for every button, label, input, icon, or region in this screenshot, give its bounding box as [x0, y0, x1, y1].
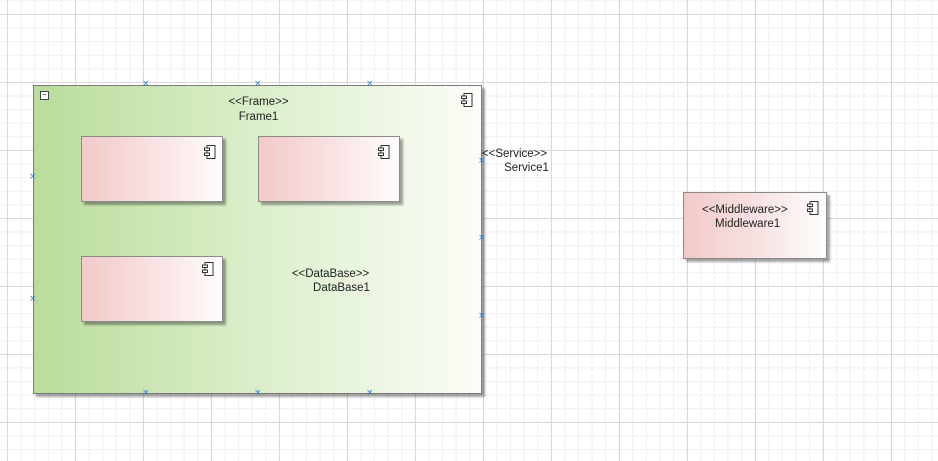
- database-name: DataBase1: [313, 282, 370, 294]
- diagram-canvas[interactable]: − <<Frame>> Frame1 <<Platform>> Platform…: [0, 0, 938, 461]
- resize-handle-top-left[interactable]: ×: [142, 80, 150, 89]
- platform-element[interactable]: <<Platform>> Platform1: [81, 136, 368, 202]
- resize-handle-right-lower[interactable]: ×: [478, 312, 486, 321]
- component-icon: [378, 145, 390, 159]
- database-element[interactable]: <<DataBase>> DataBase1: [81, 256, 370, 322]
- middleware-name: Middleware1: [715, 218, 781, 230]
- resize-handle-right-upper[interactable]: ×: [478, 157, 486, 166]
- resize-handle-left-lower[interactable]: ×: [29, 295, 37, 304]
- database-stereotype: <<DataBase>>: [291, 268, 370, 280]
- frame-element[interactable]: − <<Frame>> Frame1 <<Platform>> Platform…: [33, 85, 549, 394]
- middleware-stereotype: <<Middleware>>: [702, 204, 788, 216]
- resize-handle-top-center[interactable]: ×: [254, 80, 262, 89]
- service-name: Service1: [504, 162, 549, 174]
- component-icon: [204, 145, 216, 159]
- service-element[interactable]: <<Service>> Service1: [258, 136, 549, 202]
- resize-handle-bottom-center[interactable]: ×: [254, 389, 262, 398]
- frame-stereotype: <<Frame>>: [228, 96, 289, 108]
- middleware-element[interactable]: <<Middleware>> Middleware1: [683, 192, 827, 259]
- component-icon: [461, 93, 473, 107]
- resize-handle-right-middle[interactable]: ×: [478, 234, 486, 243]
- service-stereotype: <<Service>>: [481, 148, 548, 160]
- component-icon: [202, 262, 214, 276]
- component-icon: [807, 201, 819, 215]
- frame-name: Frame1: [238, 111, 279, 123]
- resize-handle-bottom-left[interactable]: ×: [142, 389, 150, 398]
- resize-handle-bottom-right[interactable]: ×: [366, 389, 374, 398]
- resize-handle-left-upper[interactable]: ×: [29, 173, 37, 182]
- resize-handle-top-right[interactable]: ×: [366, 80, 374, 89]
